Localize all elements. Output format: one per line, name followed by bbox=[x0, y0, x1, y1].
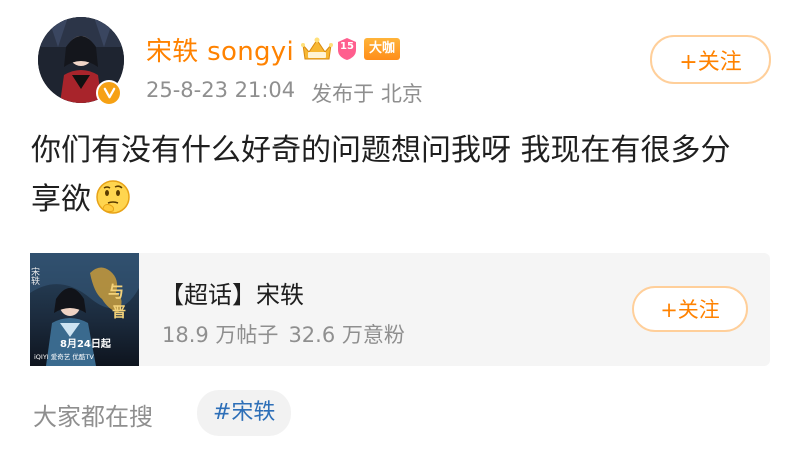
crown-badge-icon bbox=[301, 37, 334, 60]
svg-text:晋: 晋 bbox=[112, 305, 126, 321]
poster-corner-text: 宋轶 bbox=[30, 266, 40, 286]
follow-button[interactable]: +关注 bbox=[650, 35, 771, 84]
level-number: 15 bbox=[340, 41, 354, 52]
trending-hashtag[interactable]: #宋轶 bbox=[197, 390, 292, 436]
supertopic-posts: 18.9 万帖子 bbox=[162, 323, 279, 347]
username-link[interactable]: 宋轶 songyi bbox=[146, 31, 294, 68]
name-row: 宋轶 songyi 15 大咖 bbox=[146, 31, 401, 68]
post-location: 发布于 北京 bbox=[311, 82, 423, 106]
post-content: 你们有没有什么好奇的问题想问我呀 我现在有很多分享欲 bbox=[31, 126, 751, 224]
level-badge: 15 bbox=[336, 37, 358, 61]
post-text: 你们有没有什么好奇的问题想问我呀 我现在有很多分享欲 bbox=[31, 133, 731, 217]
supertopic-fans: 32.6 万意粉 bbox=[288, 323, 405, 347]
supertopic-follow-button[interactable]: +关注 bbox=[632, 286, 748, 332]
post-timestamp: 25-8-23 21:04 bbox=[146, 78, 296, 102]
verified-badge-icon bbox=[96, 80, 122, 106]
supertopic-stats: 18.9 万帖子 32.6 万意粉 bbox=[162, 319, 405, 349]
post-meta: 25-8-23 21:04 发布于 北京 bbox=[146, 78, 423, 108]
thinking-face-icon bbox=[96, 180, 130, 214]
drama-poster-image: 与 晋 宋轶 8月24日起 iQIYI 爱奇艺 优酷TV bbox=[30, 253, 139, 366]
poster-date: 8月24日起 bbox=[60, 337, 112, 350]
trending-label: 大家都在搜 bbox=[33, 403, 153, 431]
weibo-post: 宋轶 songyi 15 大咖 25-8-23 21:04 发布于 北京 +关注… bbox=[0, 0, 800, 473]
supertopic-title: 【超话】宋轶 bbox=[160, 281, 304, 309]
poster-brand: iQIYI 爱奇艺 优酷TV bbox=[34, 352, 94, 361]
dk-badge: 大咖 bbox=[364, 38, 401, 60]
svg-text:与: 与 bbox=[108, 282, 124, 301]
